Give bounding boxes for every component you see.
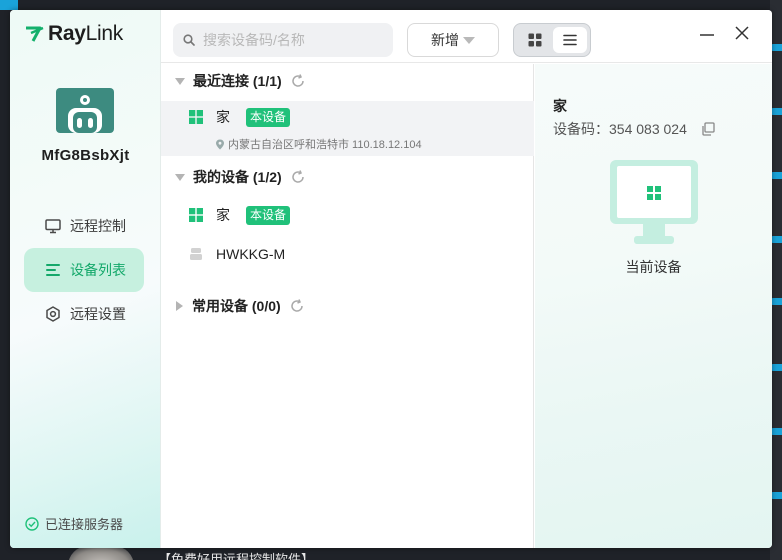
app-logo: RayLink: [25, 22, 123, 46]
grid-view-button[interactable]: [518, 27, 551, 53]
expand-down-icon: [175, 173, 185, 181]
view-toggle: [513, 23, 591, 57]
avatar[interactable]: [56, 88, 114, 133]
refresh-icon[interactable]: [289, 298, 305, 314]
expand-right-icon: [176, 301, 183, 311]
monitor-windows-icon: [610, 160, 698, 244]
list-lines-icon: [563, 34, 577, 46]
this-device-badge: 本设备: [246, 107, 291, 127]
status-text: 已连接服务器: [45, 517, 124, 532]
device-name: HWKKG-M: [216, 246, 286, 262]
desktop-avatar-fragment: [68, 546, 134, 560]
offline-device-icon: [190, 248, 202, 260]
device-row[interactable]: HWKKG-M: [161, 241, 534, 277]
monitor-icon: [45, 218, 61, 234]
device-name: 家: [216, 207, 230, 223]
raylink-logo-icon: [26, 26, 44, 42]
connection-status: 已连接服务器: [25, 514, 123, 533]
list-view-button[interactable]: [553, 27, 587, 53]
robot-avatar-icon: [68, 95, 102, 133]
group-title: 最近连接 (1/1): [193, 73, 282, 89]
username: MfG8BsbXjt: [41, 147, 130, 164]
group-recent-header[interactable]: 最近连接 (1/1): [161, 66, 534, 96]
expand-down-icon: [175, 77, 185, 85]
sidebar-item-remote-control[interactable]: 远程控制: [24, 204, 144, 248]
caret-down-icon: [463, 36, 475, 44]
sidebar-item-label: 设备列表: [70, 262, 126, 278]
close-icon: [735, 26, 749, 40]
group-mine-header[interactable]: 我的设备 (1/2): [161, 162, 534, 192]
device-row[interactable]: 家 本设备: [161, 198, 534, 234]
raylink-window: RayLink MfG8BsbXjt 远程控制 设备列表 远程设置 已连接服务器…: [10, 10, 772, 548]
minimize-button[interactable]: [699, 27, 715, 43]
search-box[interactable]: [173, 23, 393, 57]
windows-icon: [189, 110, 203, 124]
group-title: 我的设备 (1/2): [193, 169, 282, 185]
sidebar: RayLink MfG8BsbXjt 远程控制 设备列表 远程设置 已连接服务器: [10, 10, 161, 548]
refresh-icon[interactable]: [290, 169, 306, 185]
windows-icon: [189, 208, 203, 222]
desktop-text: 【免费好用远程控制软件】: [158, 552, 315, 560]
refresh-icon[interactable]: [290, 73, 306, 89]
device-list: 最近连接 (1/1) 家 本设备 内蒙古自治区呼和浩特市 110.18.12.1…: [161, 64, 534, 548]
device-code-text: 设备码：354 083 024: [553, 121, 687, 137]
search-icon: [183, 34, 195, 46]
this-device-badge: 本设备: [246, 205, 291, 225]
add-button-label: 新增: [431, 32, 459, 48]
detail-device-name: 家: [553, 98, 567, 114]
search-input[interactable]: [203, 32, 383, 48]
group-common-header[interactable]: 常用设备 (0/0): [161, 291, 534, 321]
check-circle-icon: [25, 516, 39, 531]
detail-device-code: 设备码：354 083 024: [553, 119, 715, 139]
desktop-fragment: [0, 0, 18, 10]
group-title: 常用设备 (0/0): [192, 298, 281, 314]
current-device-caption: 当前设备: [625, 259, 682, 275]
location-text: 内蒙古自治区呼和浩特市 110.18.12.104: [228, 139, 422, 151]
device-line: 家 本设备: [189, 205, 291, 225]
sidebar-item-label: 远程设置: [70, 306, 126, 322]
grid-icon: [528, 33, 541, 47]
device-name: 家: [216, 109, 230, 125]
device-line: HWKKG-M: [189, 246, 285, 262]
add-button[interactable]: 新增: [407, 23, 499, 57]
sidebar-item-label: 远程控制: [70, 218, 126, 234]
sidebar-item-remote-settings[interactable]: 远程设置: [24, 292, 144, 336]
toolbar: 新增: [161, 10, 772, 63]
minimize-icon: [700, 34, 714, 36]
list-icon: [45, 262, 61, 278]
copy-icon[interactable]: [701, 122, 715, 136]
device-detail-panel: 家 设备码：354 083 024 当前设备: [535, 64, 772, 548]
logo-text: RayLink: [48, 22, 123, 45]
close-button[interactable]: [733, 20, 751, 46]
device-line: 家 本设备: [189, 107, 291, 127]
sidebar-item-device-list[interactable]: 设备列表: [24, 248, 144, 292]
settings-hexagon-icon: [45, 306, 61, 322]
location-pin-icon: [216, 139, 224, 149]
device-location: 内蒙古自治区呼和浩特市 110.18.12.104: [215, 136, 422, 152]
device-row[interactable]: 家 本设备 内蒙古自治区呼和浩特市 110.18.12.104: [161, 101, 534, 156]
